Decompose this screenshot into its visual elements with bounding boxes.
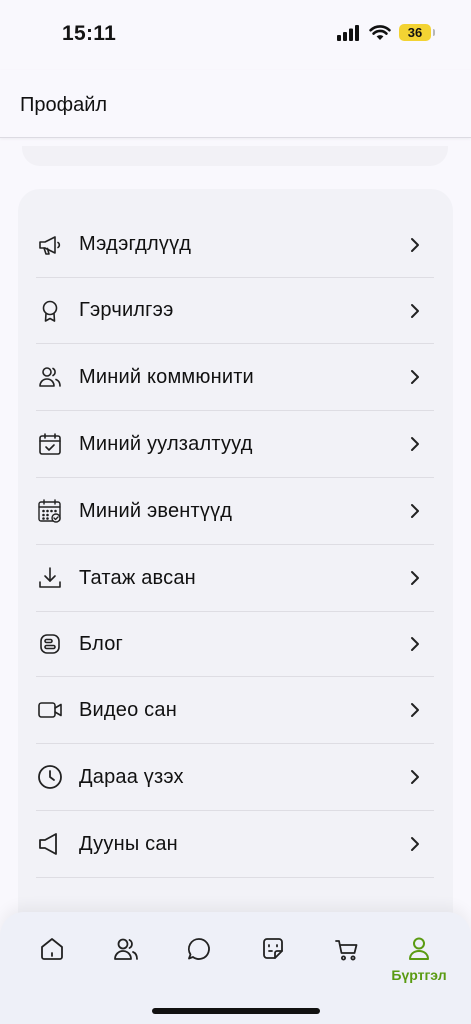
video-icon [37, 697, 63, 723]
menu-item-video-library[interactable]: Видео сан [36, 677, 434, 744]
chevron-right-icon [408, 634, 422, 654]
menu-item-label: Дараа үзэх [79, 765, 184, 788]
calendar-check-icon [37, 431, 63, 457]
chevron-right-icon [408, 767, 422, 787]
award-icon [37, 298, 63, 324]
menu-item-certificates[interactable]: Гэрчилгээ [36, 278, 434, 344]
menu-item-label: Гэрчилгээ [79, 299, 174, 321]
menu-item-label: Татаж авсан [79, 566, 196, 589]
previous-card-bottom [22, 146, 448, 166]
menu-item-notifications[interactable]: Мэдэгдлүүд [36, 212, 434, 278]
menu-item-label: Миний коммюнити [79, 365, 254, 388]
nav-cart[interactable] [317, 930, 377, 990]
home-icon [41, 938, 63, 960]
clock-icon [37, 764, 63, 790]
menu-item-label: Видео сан [79, 698, 177, 721]
blog-icon [37, 631, 63, 657]
menu-item-my-events[interactable]: Миний эвентүүд [36, 478, 434, 545]
cart-icon [335, 940, 358, 961]
chevron-right-icon [408, 568, 422, 588]
chevron-right-icon [408, 700, 422, 720]
nav-profile[interactable]: Бүртгэл [389, 930, 449, 990]
menu-item-my-community[interactable]: Миний коммюнити [36, 344, 434, 411]
menu-item-label: Дууны сан [79, 832, 178, 855]
menu-item-my-meetings[interactable]: Миний уулзалтууд [36, 411, 434, 478]
status-bar: 15:11 36 [0, 0, 471, 70]
page-title: Профайл [20, 94, 108, 116]
users-icon [37, 364, 63, 390]
megaphone-icon [37, 232, 63, 258]
header: Профайл [0, 70, 471, 138]
nav-notes[interactable] [243, 930, 303, 990]
nav-profile-label: Бүртгэл [391, 967, 447, 983]
menu-item-label: Блог [79, 632, 124, 655]
speaker-icon [37, 831, 63, 857]
sticker-icon [263, 938, 283, 959]
profile-menu: Мэдэгдлүүд Гэрчилгээ Миний коммюнити Мин… [18, 189, 453, 949]
download-icon [37, 565, 63, 591]
menu-item-label: Миний уулзалтууд [79, 432, 253, 455]
nav-home[interactable] [22, 930, 82, 990]
user-icon [409, 937, 429, 960]
menu-item-blog[interactable]: Блог [36, 612, 434, 677]
nav-community[interactable] [96, 930, 156, 990]
calendar-grid-icon [37, 498, 63, 524]
wifi-icon [369, 24, 391, 40]
chevron-right-icon [408, 301, 422, 321]
chat-bubble-icon [188, 938, 210, 960]
chevron-right-icon [408, 235, 422, 255]
status-time: 15:11 [62, 22, 117, 45]
home-indicator [152, 1008, 320, 1014]
menu-item-music-library[interactable]: Дууны сан [36, 811, 434, 878]
menu-item-label: Миний эвентүүд [79, 499, 233, 522]
battery-indicator: 36 [399, 24, 435, 41]
chevron-right-icon [408, 367, 422, 387]
chevron-right-icon [408, 834, 422, 854]
cellular-signal-icon [337, 24, 359, 41]
menu-item-label: Мэдэгдлүүд [79, 233, 192, 255]
menu-item-downloaded[interactable]: Татаж авсан [36, 545, 434, 612]
status-icons: 36 [337, 24, 435, 41]
chevron-right-icon [408, 501, 422, 521]
chevron-right-icon [408, 434, 422, 454]
users-icon [114, 938, 138, 960]
menu-item-watch-later[interactable]: Дараа үзэх [36, 744, 434, 811]
nav-chat[interactable] [169, 930, 229, 990]
